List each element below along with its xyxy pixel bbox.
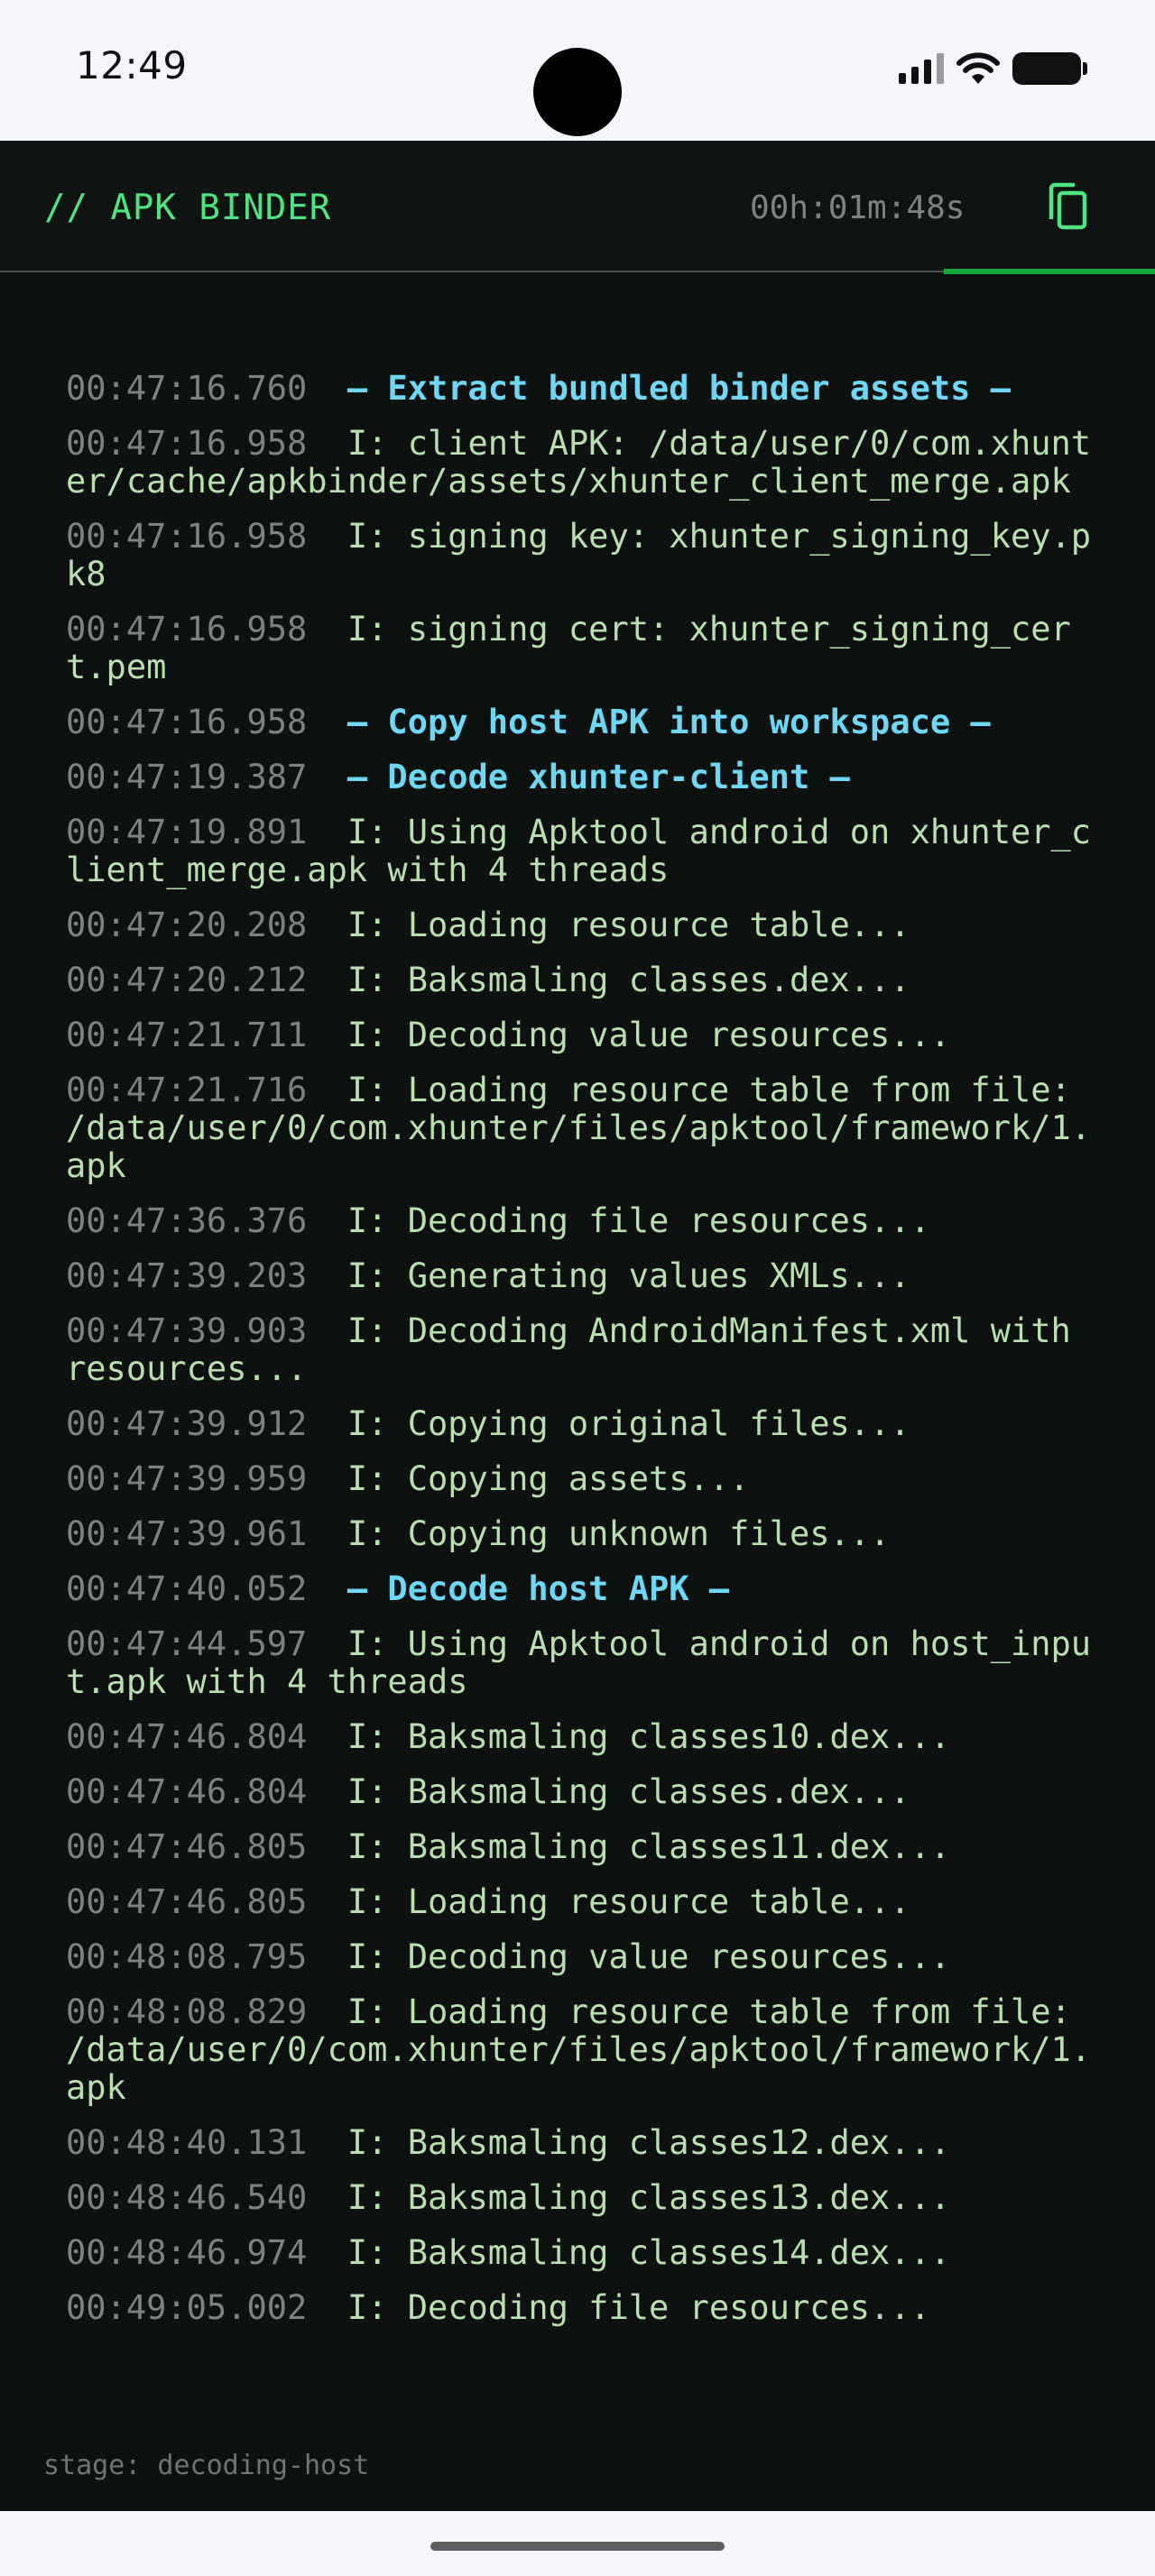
log-message: I: Baksmaling classes14.dex... bbox=[346, 2233, 951, 2272]
log-line: 00:47:39.961 I: Copying unknown files... bbox=[66, 1515, 1095, 1553]
log-timestamp: 00:47:16.958 bbox=[66, 610, 308, 649]
log-timestamp: 00:48:40.131 bbox=[66, 2123, 308, 2162]
log-timestamp: 00:47:46.804 bbox=[66, 1772, 308, 1811]
log-line: 00:47:16.958 I: client APK: /data/user/0… bbox=[66, 425, 1095, 501]
log-line: 00:47:39.203 I: Generating values XMLs..… bbox=[66, 1257, 1095, 1295]
log-timestamp: 00:47:20.212 bbox=[66, 961, 308, 999]
log-line: 00:47:39.903 I: Decoding AndroidManifest… bbox=[66, 1312, 1095, 1388]
log-section-title: — Decode host APK — bbox=[346, 1569, 730, 1608]
phone-screen: 12:49 // APK BINDER 00h:01m:48s 00:47:16… bbox=[0, 0, 1155, 2576]
battery-icon bbox=[1012, 52, 1087, 85]
log-section-line: 00:47:40.052 — Decode host APK — bbox=[66, 1570, 1095, 1608]
log-timestamp: 00:47:39.961 bbox=[66, 1514, 308, 1553]
log-timestamp: 00:47:36.376 bbox=[66, 1201, 308, 1240]
log-message: I: Baksmaling classes10.dex... bbox=[346, 1717, 951, 1756]
home-indicator[interactable] bbox=[430, 2542, 725, 2551]
log-section-line: 00:47:16.760 — Extract bundled binder as… bbox=[66, 370, 1095, 408]
log-line: 00:47:46.804 I: Baksmaling classes10.dex… bbox=[66, 1718, 1095, 1756]
log-timestamp: 00:48:46.540 bbox=[66, 2178, 308, 2217]
log-message: I: Loading resource table... bbox=[346, 906, 910, 944]
log-timestamp: 00:47:39.912 bbox=[66, 1404, 308, 1443]
log-message: I: Decoding value resources... bbox=[346, 1937, 951, 1976]
log-timestamp: 00:47:21.711 bbox=[66, 1016, 308, 1054]
log-message: I: Decoding file resources... bbox=[346, 1201, 930, 1240]
log-section-line: 00:47:16.958 — Copy host APK into worksp… bbox=[66, 704, 1095, 741]
app-title: // APK BINDER bbox=[44, 188, 332, 228]
camera-cutout bbox=[533, 48, 622, 136]
copy-icon bbox=[1049, 182, 1087, 230]
log-section-line: 00:47:19.387 — Decode xhunter-client — bbox=[66, 759, 1095, 796]
stage-label: stage: decoding-host bbox=[43, 2450, 370, 2481]
log-line: 00:47:39.959 I: Copying assets... bbox=[66, 1460, 1095, 1498]
log-timestamp: 00:47:40.052 bbox=[66, 1569, 308, 1608]
log-message: I: Generating values XMLs... bbox=[346, 1256, 910, 1295]
log-message: I: Copying unknown files... bbox=[346, 1514, 891, 1553]
log-message: I: Copying assets... bbox=[346, 1459, 750, 1498]
log-line: 00:47:16.958 I: signing cert: xhunter_si… bbox=[66, 611, 1095, 686]
apk-binder-screen: // APK BINDER 00h:01m:48s 00:47:16.760 —… bbox=[0, 141, 1155, 2511]
log-timestamp: 00:47:21.716 bbox=[66, 1071, 308, 1109]
log-timestamp: 00:47:46.805 bbox=[66, 1827, 308, 1866]
log-line: 00:48:46.540 I: Baksmaling classes13.dex… bbox=[66, 2179, 1095, 2217]
log-line: 00:48:40.131 I: Baksmaling classes12.dex… bbox=[66, 2124, 1095, 2162]
log-timestamp: 00:47:39.903 bbox=[66, 1311, 308, 1350]
log-timestamp: 00:47:44.597 bbox=[66, 1624, 308, 1663]
navigation-bar bbox=[0, 2511, 1155, 2576]
log-timestamp: 00:47:16.760 bbox=[66, 369, 308, 408]
wifi-icon bbox=[956, 52, 1000, 84]
log-timestamp: 00:49:05.002 bbox=[66, 2288, 308, 2327]
log-timestamp: 00:48:46.974 bbox=[66, 2233, 308, 2272]
log-timestamp: 00:47:39.203 bbox=[66, 1256, 308, 1295]
log-line: 00:47:21.716 I: Loading resource table f… bbox=[66, 1072, 1095, 1185]
log-timestamp: 00:47:46.804 bbox=[66, 1717, 308, 1756]
log-timestamp: 00:48:08.795 bbox=[66, 1937, 308, 1976]
log-line: 00:49:05.002 I: Decoding file resources.… bbox=[66, 2289, 1095, 2327]
log-message: I: Baksmaling classes11.dex... bbox=[346, 1827, 951, 1866]
log-line: 00:47:44.597 I: Using Apktool android on… bbox=[66, 1625, 1095, 1701]
log-line: 00:47:36.376 I: Decoding file resources.… bbox=[66, 1202, 1095, 1240]
log-message: I: Baksmaling classes.dex... bbox=[346, 961, 910, 999]
log-line: 00:47:20.212 I: Baksmaling classes.dex..… bbox=[66, 961, 1095, 999]
log-line: 00:47:19.891 I: Using Apktool android on… bbox=[66, 814, 1095, 889]
log-timestamp: 00:48:08.829 bbox=[66, 1992, 308, 2031]
log-message: I: Decoding file resources... bbox=[346, 2288, 930, 2327]
system-icons bbox=[899, 51, 1087, 87]
log-section-title: — Copy host APK into workspace — bbox=[346, 703, 991, 741]
status-time: 12:49 bbox=[76, 43, 188, 87]
log-message: I: Copying original files... bbox=[346, 1404, 910, 1443]
log-section-title: — Extract bundled binder assets — bbox=[346, 369, 1011, 408]
log-line: 00:47:16.958 I: signing key: xhunter_sig… bbox=[66, 518, 1095, 593]
log-line: 00:47:46.804 I: Baksmaling classes.dex..… bbox=[66, 1773, 1095, 1811]
log-timestamp: 00:47:16.958 bbox=[66, 517, 308, 556]
log-line: 00:47:46.805 I: Loading resource table..… bbox=[66, 1883, 1095, 1921]
log-line: 00:47:20.208 I: Loading resource table..… bbox=[66, 906, 1095, 944]
elapsed-timer: 00h:01m:48s bbox=[750, 189, 966, 226]
log-line: 00:47:21.711 I: Decoding value resources… bbox=[66, 1017, 1095, 1054]
log-line: 00:48:08.795 I: Decoding value resources… bbox=[66, 1938, 1095, 1976]
log-timestamp: 00:47:16.958 bbox=[66, 424, 308, 463]
log-timestamp: 00:47:16.958 bbox=[66, 703, 308, 741]
log-line: 00:48:46.974 I: Baksmaling classes14.dex… bbox=[66, 2234, 1095, 2272]
top-bar: // APK BINDER 00h:01m:48s bbox=[0, 141, 1155, 272]
log-line: 00:48:08.829 I: Loading resource table f… bbox=[66, 1993, 1095, 2107]
log-timestamp: 00:47:19.387 bbox=[66, 758, 308, 796]
status-bar: 12:49 bbox=[0, 0, 1155, 141]
copy-log-button[interactable] bbox=[1040, 179, 1095, 235]
log-timestamp: 00:47:46.805 bbox=[66, 1882, 308, 1921]
log-message: I: Baksmaling classes.dex... bbox=[346, 1772, 910, 1811]
log-message: I: Baksmaling classes13.dex... bbox=[346, 2178, 951, 2217]
log-message: I: Loading resource table... bbox=[346, 1882, 910, 1921]
log-section-title: — Decode xhunter-client — bbox=[346, 758, 850, 796]
log-line: 00:47:39.912 I: Copying original files..… bbox=[66, 1405, 1095, 1443]
log-timestamp: 00:47:20.208 bbox=[66, 906, 308, 944]
signal-icon bbox=[899, 53, 944, 84]
log-output: 00:47:16.760 — Extract bundled binder as… bbox=[66, 370, 1095, 2344]
log-timestamp: 00:47:19.891 bbox=[66, 813, 308, 851]
log-message: I: Baksmaling classes12.dex... bbox=[346, 2123, 951, 2162]
progress-bar bbox=[944, 269, 1155, 274]
log-timestamp: 00:47:39.959 bbox=[66, 1459, 308, 1498]
log-line: 00:47:46.805 I: Baksmaling classes11.dex… bbox=[66, 1828, 1095, 1866]
log-message: I: Decoding value resources... bbox=[346, 1016, 951, 1054]
